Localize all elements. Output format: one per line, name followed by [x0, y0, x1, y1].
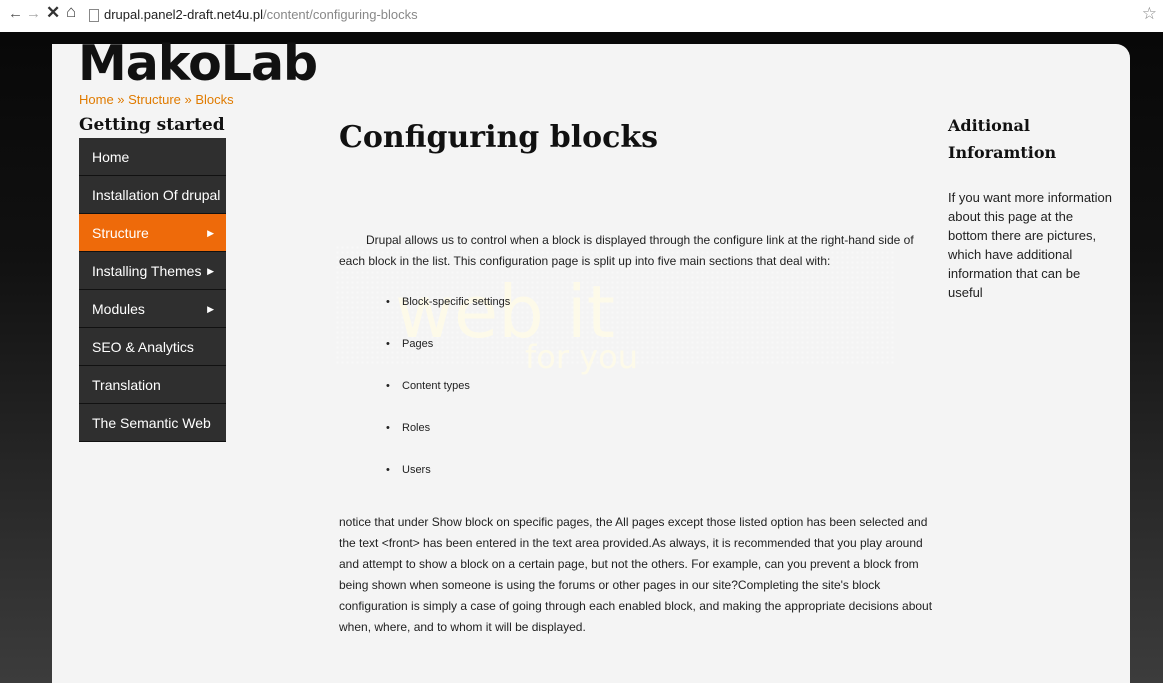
address-bar[interactable]: drupal.panel2-draft.net4u.pl/content/con…	[104, 7, 418, 22]
url-path: /content/configuring-blocks	[263, 7, 418, 22]
sidebar-item-label: Modules	[92, 301, 145, 317]
sidebar-item-label: Installing Themes	[92, 263, 202, 279]
intro-paragraph: Drupal allows us to control when a block…	[339, 233, 914, 268]
home-icon[interactable]: ⌂	[66, 2, 76, 22]
aside-text-line: which have additional information that c…	[948, 247, 1081, 300]
list-item: Content types	[339, 376, 937, 418]
list-item: Users	[339, 460, 937, 502]
sidebar-item-label: Structure	[92, 225, 149, 241]
list-item: Roles	[339, 418, 937, 460]
sidebar-item-label: The Semantic Web	[92, 415, 211, 431]
sidebar-item-home[interactable]: Home	[79, 138, 226, 176]
outro-paragraph: notice that under Show block on specific…	[339, 515, 933, 634]
stop-icon[interactable]: ✕	[46, 3, 60, 23]
sidebar-menu: Home Installation Of drupal Structure ▶ I…	[79, 138, 226, 442]
sidebar-item-translation[interactable]: Translation	[79, 366, 226, 404]
sidebar-item-structure[interactable]: Structure ▶	[79, 214, 226, 252]
url-domain: drupal.panel2-draft.net4u.pl	[104, 7, 264, 22]
aside-text-line: If you want more information about this …	[948, 190, 1113, 243]
sidebar-item-installing-themes[interactable]: Installing Themes ▶	[79, 252, 226, 290]
site-logo[interactable]: MakoLab	[78, 39, 318, 88]
article-body: Drupal allows us to control when a block…	[339, 230, 937, 638]
sidebar-item-installation[interactable]: Installation Of drupal	[79, 176, 226, 214]
sidebar-item-semantic-web[interactable]: The Semantic Web	[79, 404, 226, 442]
settings-list: Block-specific settings Pages Content ty…	[339, 292, 937, 502]
list-item: Block-specific settings	[339, 292, 937, 334]
bookmark-star-icon[interactable]: ☆	[1142, 4, 1157, 24]
browser-toolbar: ← → ✕ ⌂ drupal.panel2-draft.net4u.pl/con…	[0, 0, 1163, 32]
sidebar-item-label: Installation Of drupal	[92, 187, 221, 203]
arrow-right-icon: ▶	[207, 266, 214, 276]
arrow-right-icon: ▶	[207, 304, 214, 314]
breadcrumb[interactable]: Home » Structure » Blocks	[79, 92, 234, 107]
aside-title: Aditional Inforamtion	[948, 116, 1057, 162]
list-item: Pages	[339, 334, 937, 376]
sidebar-item-modules[interactable]: Modules ▶	[79, 290, 226, 328]
forward-arrow-icon[interactable]: →	[26, 5, 41, 22]
sidebar-item-label: Translation	[92, 377, 161, 393]
back-arrow-icon[interactable]: ←	[8, 5, 23, 22]
arrow-right-icon: ▶	[207, 228, 214, 238]
sidebar-item-seo[interactable]: SEO & Analytics	[79, 328, 226, 366]
page-title: Configuring blocks	[339, 120, 659, 155]
aside-text: If you want more information about this …	[948, 188, 1113, 302]
sidebar-item-label: SEO & Analytics	[92, 339, 194, 355]
page-icon	[89, 9, 99, 22]
sidebar-title: Getting started	[79, 115, 225, 135]
sidebar-item-label: Home	[92, 149, 130, 165]
